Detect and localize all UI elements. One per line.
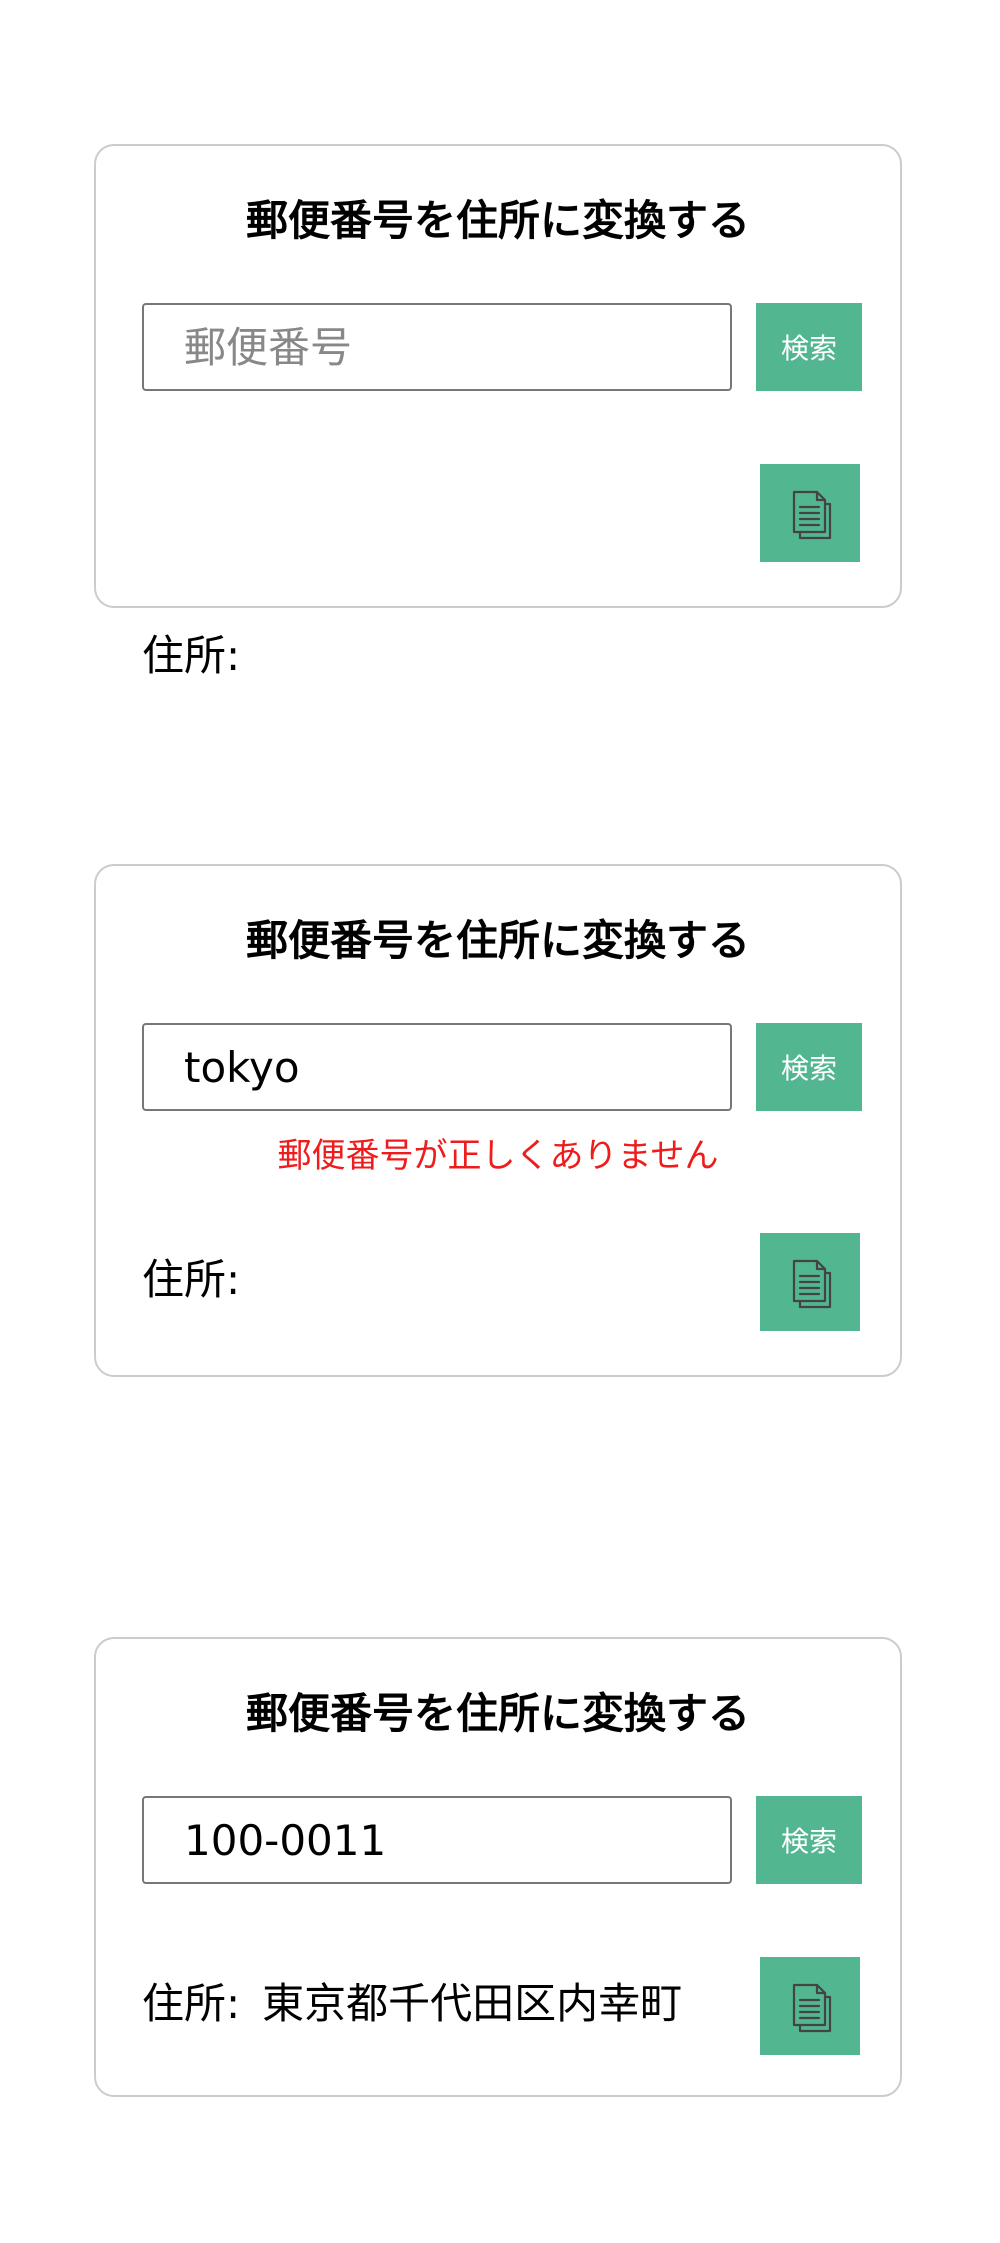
search-button[interactable]: 検索 (756, 1023, 862, 1111)
card-title: 郵便番号を住所に変換する (245, 196, 750, 245)
zip-converter-card: 郵便番号を住所に変換する 検索 住所: 東京都千代田区内幸町 (94, 1637, 902, 2097)
address-label: 住所: (142, 1255, 241, 1304)
search-button[interactable]: 検索 (756, 1796, 862, 1884)
copy-button[interactable] (760, 1233, 860, 1331)
search-button[interactable]: 検索 (756, 303, 862, 391)
zip-code-input[interactable] (142, 1796, 732, 1884)
card-title: 郵便番号を住所に変換する (245, 1689, 750, 1738)
copy-icon (785, 1254, 835, 1310)
zip-converter-card: 郵便番号を住所に変換する 検索 住所: (94, 144, 902, 680)
error-message: 郵便番号が正しくありません (277, 1136, 719, 1176)
zip-code-input[interactable] (142, 1023, 732, 1111)
address-value: 東京都千代田区内幸町 (262, 1979, 683, 2028)
copy-button[interactable] (760, 464, 860, 562)
card-title: 郵便番号を住所に変換する (245, 916, 750, 965)
address-label: 住所: (142, 631, 241, 680)
copy-icon (785, 1978, 835, 2034)
address-label: 住所: (142, 1979, 241, 2028)
copy-icon (785, 485, 835, 541)
address-row: 住所: 東京都千代田区内幸町 (142, 1979, 682, 2029)
address-row: 住所: (142, 1255, 262, 1305)
address-row: 住所: (142, 631, 262, 681)
zip-converter-card: 郵便番号を住所に変換する 検索 郵便番号が正しくありません 住所: (94, 864, 902, 1377)
zip-code-input[interactable] (142, 303, 732, 391)
copy-button[interactable] (760, 1957, 860, 2055)
